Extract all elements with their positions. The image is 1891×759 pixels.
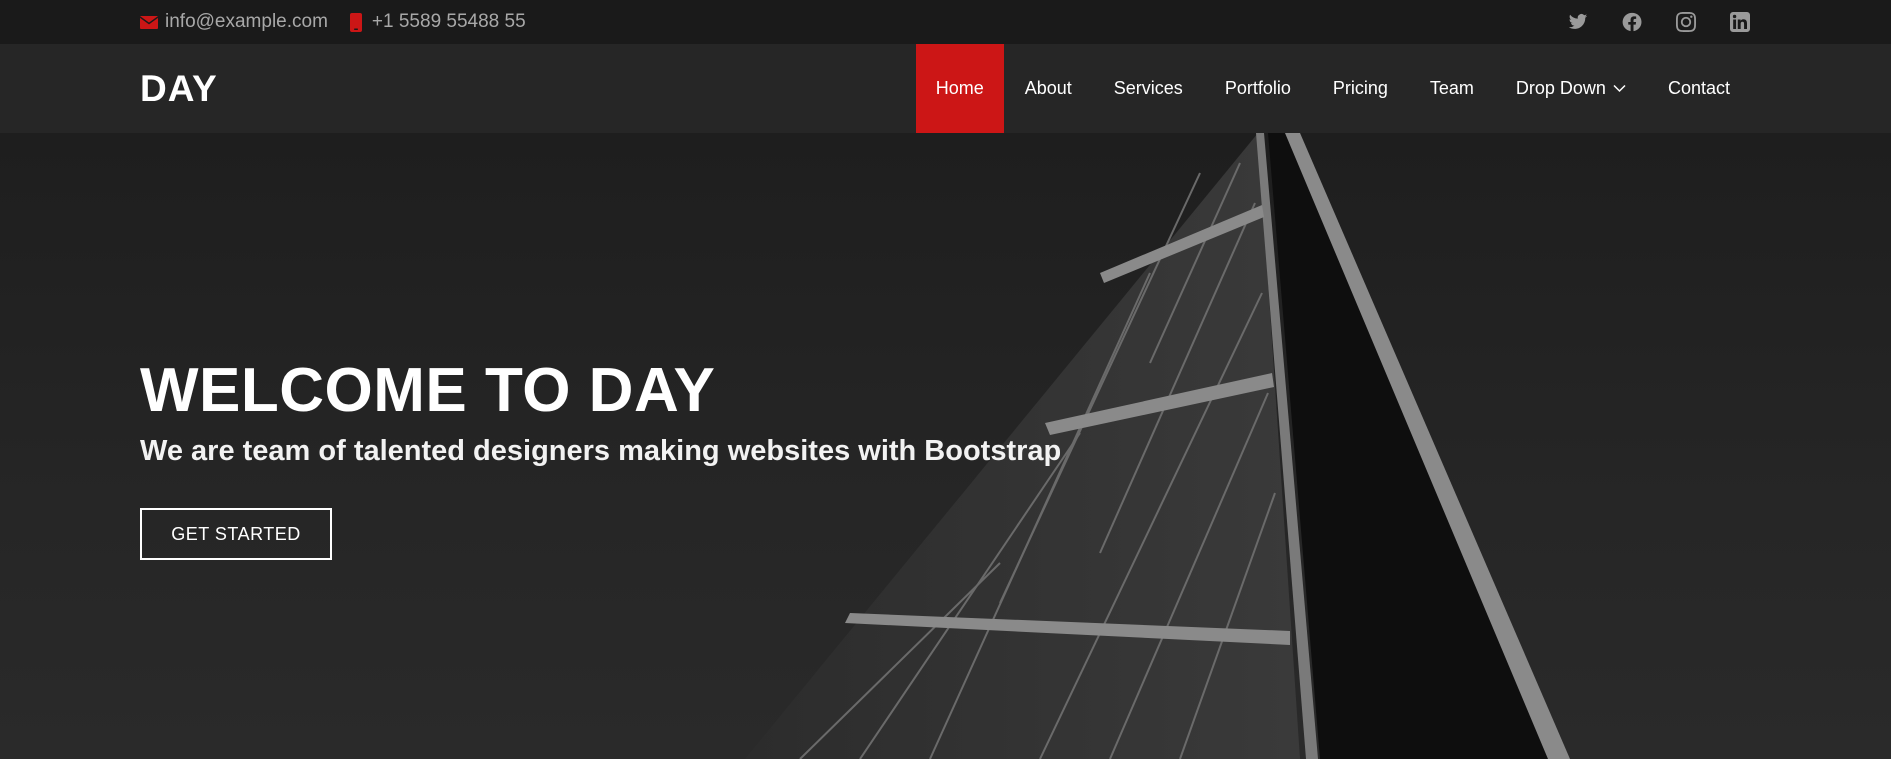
twitter-icon[interactable] xyxy=(1567,11,1589,33)
linkedin-icon[interactable] xyxy=(1729,11,1751,33)
email-text: info@example.com xyxy=(165,11,328,32)
email-contact[interactable]: info@example.com xyxy=(140,11,328,33)
nav-contact[interactable]: Contact xyxy=(1647,44,1751,133)
nav-about-label: About xyxy=(1024,78,1072,98)
nav-services-label: Services xyxy=(1113,78,1183,98)
nav-services[interactable]: Services xyxy=(1093,44,1204,133)
envelope-icon xyxy=(140,15,158,29)
social-links xyxy=(1567,0,1751,44)
nav-about[interactable]: About xyxy=(1004,44,1093,133)
nav-team[interactable]: Team xyxy=(1409,44,1495,133)
nav-contact-label: Contact xyxy=(1667,78,1730,98)
get-started-button[interactable]: GET STARTED xyxy=(140,508,332,560)
phone-contact[interactable]: +1 5589 55488 55 xyxy=(349,11,526,33)
site-logo[interactable]: DAY xyxy=(140,68,218,110)
phone-icon xyxy=(349,12,362,32)
hero-title: WELCOME TO DAY xyxy=(140,356,716,425)
contact-info: info@example.com +1 5589 55488 55 xyxy=(140,0,548,44)
main-nav: Home About Services Portfolio Pricing Te… xyxy=(915,44,1751,133)
topbar: info@example.com +1 5589 55488 55 xyxy=(0,0,1891,44)
nav-drop-down-label: Drop Down xyxy=(1515,78,1606,98)
instagram-icon[interactable] xyxy=(1675,11,1697,33)
nav-portfolio-label: Portfolio xyxy=(1224,78,1291,98)
facebook-icon[interactable] xyxy=(1621,11,1643,33)
nav-home-label: Home xyxy=(935,78,984,98)
chevron-down-icon xyxy=(1613,84,1626,93)
nav-pricing[interactable]: Pricing xyxy=(1312,44,1409,133)
site-header: DAY Home About Services Portfolio Pricin… xyxy=(0,44,1891,133)
nav-home[interactable]: Home xyxy=(915,44,1004,133)
phone-text: +1 5589 55488 55 xyxy=(371,11,526,32)
nav-drop-down[interactable]: Drop Down xyxy=(1495,44,1647,133)
nav-portfolio[interactable]: Portfolio xyxy=(1204,44,1312,133)
nav-pricing-label: Pricing xyxy=(1332,78,1388,98)
nav-team-label: Team xyxy=(1429,78,1474,98)
hero-section: WELCOME TO DAY We are team of talented d… xyxy=(0,133,1891,759)
hero-subtitle: We are team of talented designers making… xyxy=(140,435,1062,467)
